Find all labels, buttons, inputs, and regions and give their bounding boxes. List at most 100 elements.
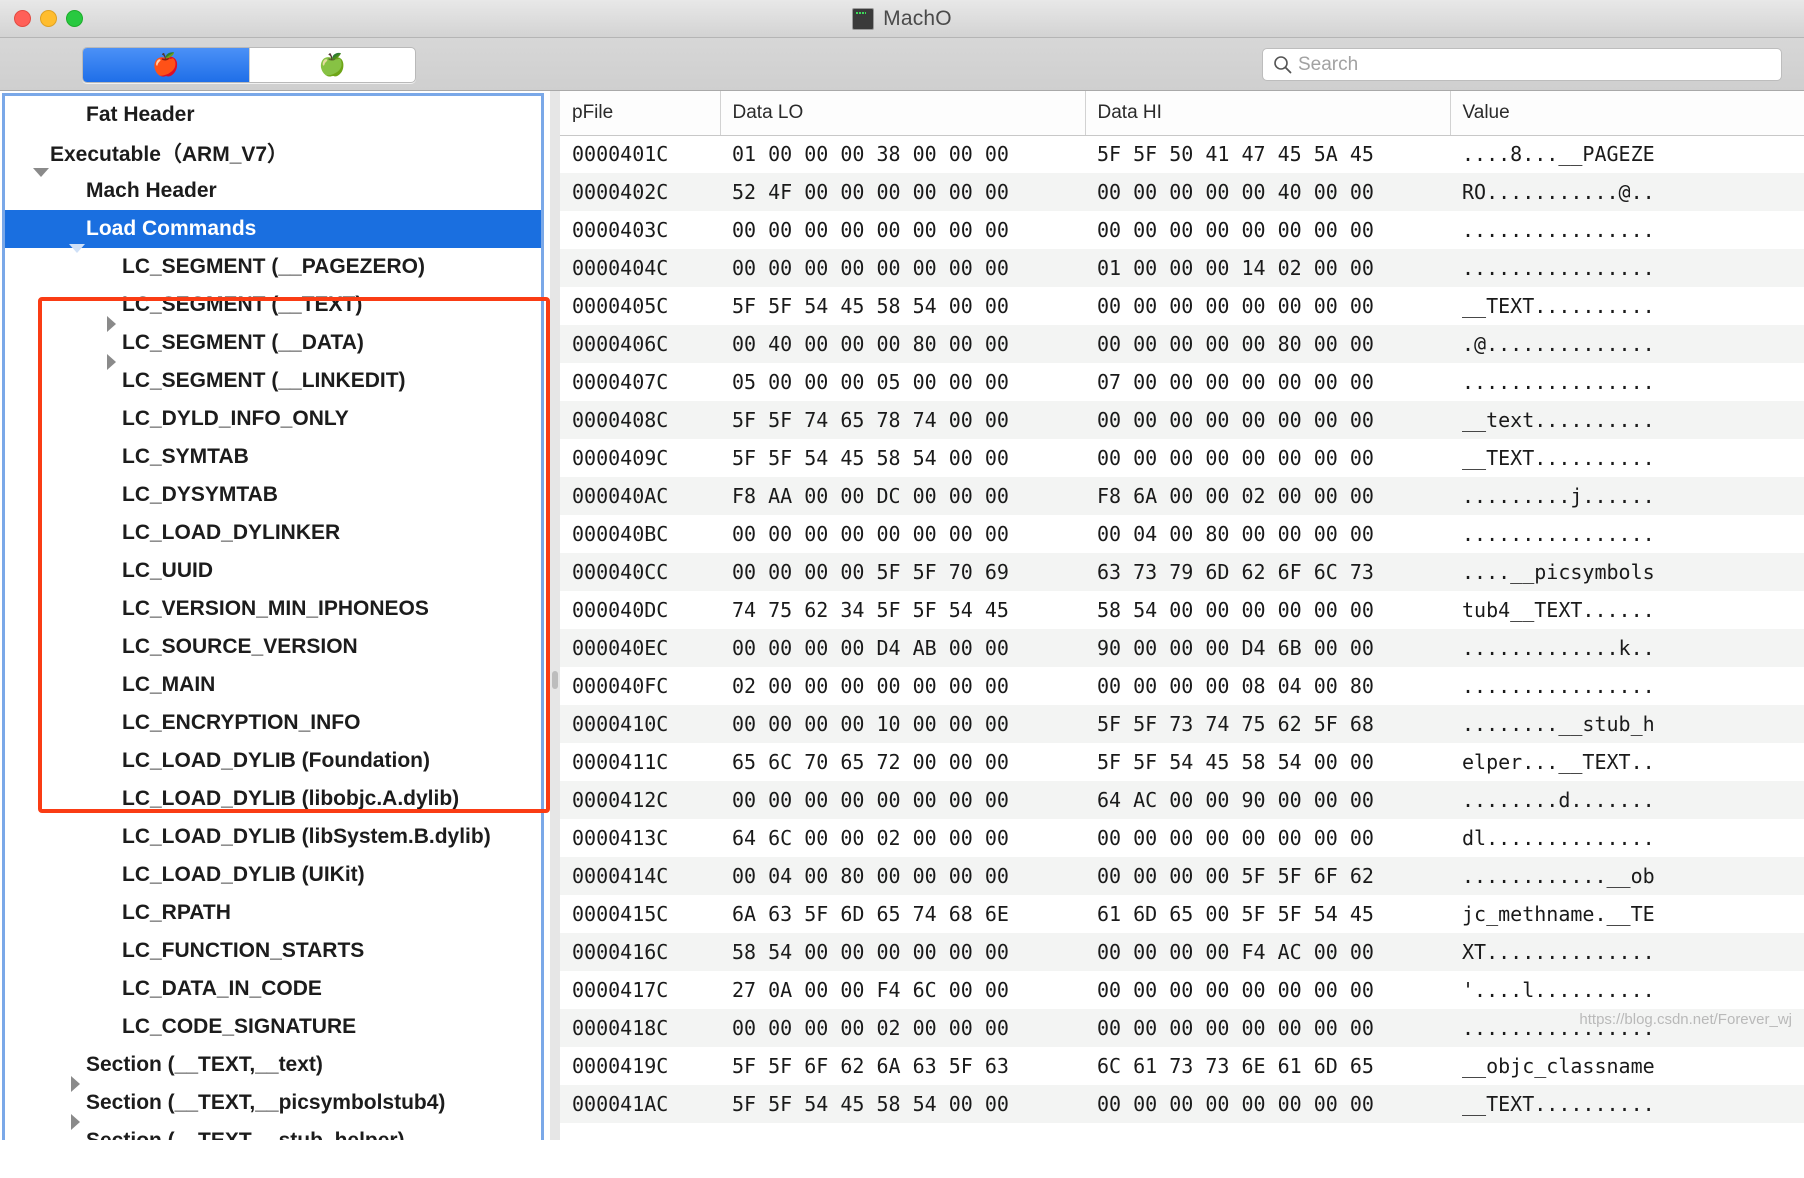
segment-apple-red[interactable]: 🍎 <box>83 48 249 82</box>
table-row[interactable]: 0000417C 27 0A 00 00 F4 6C 00 00 00 00 00 … <box>560 971 1804 1009</box>
tree-item[interactable]: LC_SEGMENT (__LINKEDIT) <box>4 362 541 400</box>
hex-offset-cell: 000041AC <box>572 1092 669 1116</box>
hex-column-header[interactable]: Data LO <box>720 91 1086 136</box>
table-row[interactable]: 000040FC 02 00 00 00 00 00 00 00 00 00 00 … <box>560 667 1804 705</box>
hex-ascii-cell: __TEXT.......... <box>1462 294 1655 318</box>
tree-item[interactable]: LC_SYMTAB <box>4 438 541 476</box>
table-row[interactable]: 0000412C 00 00 00 00 00 00 00 00 64 AC 00 … <box>560 781 1804 819</box>
tree-item-label: Fat Header <box>86 103 195 126</box>
table-row[interactable]: 0000403C 00 00 00 00 00 00 00 00 00 00 00 … <box>560 211 1804 249</box>
table-row[interactable]: 0000410C 00 00 00 00 10 00 00 00 5F 5F 73 … <box>560 705 1804 743</box>
table-row[interactable]: 0000419C 5F 5F 6F 62 6A 63 5F 63 6C 61 73 … <box>560 1047 1804 1085</box>
table-row[interactable]: 0000405C 5F 5F 54 45 58 54 00 00 00 00 00 … <box>560 287 1804 325</box>
hex-column-header[interactable]: Data HI <box>1085 91 1451 136</box>
tree-item[interactable]: LC_MAIN <box>4 666 541 704</box>
tree-item[interactable]: Section (__TEXT,__picsymbolstub4) <box>4 1084 541 1130</box>
segment-apple-grey[interactable]: 🍏 <box>249 48 415 82</box>
hex-bytes-cell: 00 00 00 00 00 40 00 00 <box>1097 180 1374 204</box>
tree-item[interactable]: LC_DYSYMTAB <box>4 476 541 514</box>
hex-offset-cell: 0000405C <box>572 294 669 318</box>
table-row[interactable]: 0000415C 6A 63 5F 6D 65 74 68 6E 61 6D 65 … <box>560 895 1804 933</box>
hex-offset-cell: 000040CC <box>572 560 669 584</box>
hex-ascii-cell: '....l.......... <box>1462 978 1655 1002</box>
minimize-button[interactable] <box>40 10 57 27</box>
tree-item-label: LC_LOAD_DYLIB (Foundation) <box>122 749 430 772</box>
tree-item[interactable]: LC_LOAD_DYLIB (Foundation) <box>4 742 541 780</box>
table-row[interactable]: 000041AC 5F 5F 54 45 58 54 00 00 00 00 00 … <box>560 1085 1804 1123</box>
hex-table-panel: pFile Data LO Data HI Value 0000401C 01 00 0… <box>560 91 1804 1178</box>
table-row[interactable]: 0000406C 00 40 00 00 00 80 00 00 00 00 00 … <box>560 325 1804 363</box>
tree-item[interactable]: LC_LOAD_DYLIB (UIKit) <box>4 856 541 894</box>
table-row[interactable]: 000040BC 00 00 00 00 00 00 00 00 00 04 00 … <box>560 515 1804 553</box>
tree-item[interactable]: Load Commands <box>4 210 541 253</box>
vertical-scrollbar[interactable] <box>1790 91 1804 1178</box>
hex-bytes-cell: 01 00 00 00 14 02 00 00 <box>1097 256 1374 280</box>
tree-item[interactable]: LC_SEGMENT (__PAGEZERO) <box>4 248 541 286</box>
tree-item[interactable]: Fat Header <box>4 96 541 134</box>
hex-ascii-cell: .........j...... <box>1462 484 1655 508</box>
tree-item-label: LC_SEGMENT (__LINKEDIT) <box>122 369 406 392</box>
tree-item[interactable]: LC_SOURCE_VERSION <box>4 628 541 666</box>
tree-item[interactable]: Section (__TEXT,__text) <box>4 1046 541 1092</box>
table-row[interactable]: 0000408C 5F 5F 74 65 78 74 00 00 00 00 00 … <box>560 401 1804 439</box>
tree-item[interactable]: LC_FUNCTION_STARTS <box>4 932 541 970</box>
hex-bytes-cell: 00 00 00 00 00 00 00 00 <box>1097 408 1374 432</box>
hex-offset-cell: 0000412C <box>572 788 669 812</box>
tree-item[interactable]: LC_DYLD_INFO_ONLY <box>4 400 541 438</box>
tree-item[interactable]: LC_RPATH <box>4 894 541 932</box>
table-row[interactable]: 0000409C 5F 5F 54 45 58 54 00 00 00 00 00 … <box>560 439 1804 477</box>
hex-bytes-cell: 00 00 00 00 10 00 00 00 <box>732 712 1009 736</box>
table-row[interactable]: 0000407C 05 00 00 00 05 00 00 00 07 00 00 … <box>560 363 1804 401</box>
tree-item[interactable]: LC_CODE_SIGNATURE <box>4 1008 541 1046</box>
hex-offset-cell: 0000402C <box>572 180 669 204</box>
table-row[interactable]: 0000402C 52 4F 00 00 00 00 00 00 00 00 00 … <box>560 173 1804 211</box>
tree-item[interactable]: LC_SEGMENT (__DATA) <box>4 324 541 370</box>
search-field[interactable] <box>1262 48 1782 81</box>
hex-offset-cell: 0000414C <box>572 864 669 888</box>
hex-bytes-cell: 00 00 00 00 F4 AC 00 00 <box>1097 940 1374 964</box>
hex-column-header[interactable]: Value <box>1450 91 1804 136</box>
hex-bytes-cell: 00 00 00 00 00 00 00 00 <box>732 218 1009 242</box>
split-divider[interactable] <box>550 91 560 1178</box>
hex-column-header[interactable]: pFile <box>560 91 721 136</box>
tree-item[interactable]: LC_SEGMENT (__TEXT) <box>4 286 541 332</box>
tree-item[interactable]: LC_LOAD_DYLIB (libobjc.A.dylib) <box>4 780 541 818</box>
table-row[interactable]: 0000401C 01 00 00 00 38 00 00 00 5F 5F 50 … <box>560 135 1804 173</box>
table-row[interactable]: 0000413C 64 6C 00 00 02 00 00 00 00 00 00 … <box>560 819 1804 857</box>
hex-bytes-cell: 65 6C 70 65 72 00 00 00 <box>732 750 1009 774</box>
hex-ascii-cell: ................ <box>1462 370 1655 394</box>
tree-item[interactable]: LC_VERSION_MIN_IPHONEOS <box>4 590 541 628</box>
tree-item[interactable]: LC_LOAD_DYLINKER <box>4 514 541 552</box>
tree-item[interactable]: LC_LOAD_DYLIB (libSystem.B.dylib) <box>4 818 541 856</box>
outline-tree[interactable]: Fat Header Executable（ARM_V7） Mach Header L… <box>4 96 541 1171</box>
tree-item[interactable]: Mach Header <box>4 172 541 210</box>
tree-item-label: LC_CODE_SIGNATURE <box>122 1015 357 1038</box>
table-row[interactable]: 000040CC 00 00 00 00 5F 5F 70 69 63 73 79 … <box>560 553 1804 591</box>
table-row[interactable]: 0000416C 58 54 00 00 00 00 00 00 00 00 00 … <box>560 933 1804 971</box>
tree-item[interactable]: LC_ENCRYPTION_INFO <box>4 704 541 742</box>
zoom-button[interactable] <box>66 10 83 27</box>
tree-item[interactable]: LC_DATA_IN_CODE <box>4 970 541 1008</box>
tree-item-label: Mach Header <box>86 179 217 202</box>
search-input[interactable] <box>1298 53 1771 76</box>
table-row[interactable]: 000040EC 00 00 00 00 D4 AB 00 00 90 00 00 … <box>560 629 1804 667</box>
table-row[interactable]: 000040DC 74 75 62 34 5F 5F 54 45 58 54 00 … <box>560 591 1804 629</box>
table-row[interactable]: 0000404C 00 00 00 00 00 00 00 00 01 00 00 … <box>560 249 1804 287</box>
table-row[interactable]: 0000411C 65 6C 70 65 72 00 00 00 5F 5F 54 … <box>560 743 1804 781</box>
hex-offset-cell: 0000413C <box>572 826 669 850</box>
hex-ascii-cell: ................ <box>1462 256 1655 280</box>
hex-bytes-cell: 5F 5F 74 65 78 74 00 00 <box>732 408 1009 432</box>
table-row[interactable]: 000040AC F8 AA 00 00 DC 00 00 00 F8 6A 00 … <box>560 477 1804 515</box>
table-row[interactable]: 0000414C 00 04 00 80 00 00 00 00 00 00 00 … <box>560 857 1804 895</box>
view-mode-segmented-control[interactable]: 🍎 🍏 <box>82 47 416 83</box>
tree-item[interactable]: Executable（ARM_V7） <box>4 134 541 177</box>
close-button[interactable] <box>14 10 31 27</box>
hex-offset-cell: 0000415C <box>572 902 669 926</box>
tree-item-label: LC_LOAD_DYLIB (libSystem.B.dylib) <box>122 825 491 848</box>
tree-item-label: LC_LOAD_DYLINKER <box>122 521 341 544</box>
tree-item[interactable]: LC_UUID <box>4 552 541 590</box>
hex-bytes-cell: 07 00 00 00 00 00 00 00 <box>1097 370 1374 394</box>
hex-bytes-cell: 00 04 00 80 00 00 00 00 <box>732 864 1009 888</box>
hex-bytes-cell: 5F 5F 54 45 58 54 00 00 <box>1097 750 1374 774</box>
hex-bytes-cell: 00 00 00 00 00 00 00 00 <box>1097 1092 1374 1116</box>
